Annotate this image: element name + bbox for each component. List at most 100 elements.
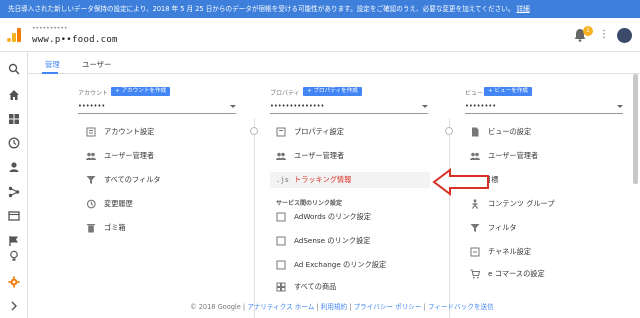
column-divider <box>449 118 450 318</box>
ad-exchange-link-label: Ad Exchange のリンク設定 <box>294 260 387 269</box>
top-bar: •••••••••• www.p••food.com 1 ⋮ <box>0 18 640 52</box>
admin-gear-icon[interactable] <box>8 276 20 288</box>
account-column-label: アカウント <box>78 90 109 97</box>
channel-settings-label: チャネル設定 <box>488 247 532 256</box>
column-toggle-icon[interactable] <box>250 127 258 135</box>
change-history-label: 変更履歴 <box>104 199 133 208</box>
footer-link-privacy[interactable]: プライバシー ポリシー <box>354 303 422 311</box>
view-filters-label: フィルタ <box>488 223 517 232</box>
footer-link-analytics-home[interactable]: アナリティクス ホーム <box>247 303 314 311</box>
view-select-value: •••••••• <box>465 102 497 110</box>
create-view-button[interactable]: + ビューを作成 <box>484 87 533 96</box>
products-icon <box>276 282 286 292</box>
account-settings-item[interactable]: アカウント設定 <box>86 126 236 138</box>
account-select-value: ••••••• <box>78 102 106 110</box>
dropdown-arrow-icon <box>617 105 623 108</box>
create-property-button[interactable]: + プロパティを作成 <box>303 87 362 96</box>
avatar[interactable] <box>617 28 632 43</box>
dropdown-arrow-icon <box>230 105 236 108</box>
dashboard-icon[interactable] <box>8 113 20 125</box>
notice-banner: 先日導入された新しいデータ保持の設定により、2018 年 5 月 25 日からの… <box>0 0 640 18</box>
analytics-logo-icon[interactable] <box>6 27 22 43</box>
ad-exchange-link-item[interactable]: Ad Exchange のリンク設定 <box>276 259 426 271</box>
property-settings-item[interactable]: プロパティ設定 <box>276 126 426 138</box>
filter-icon <box>86 176 96 184</box>
property-settings-label: プロパティ設定 <box>294 127 344 136</box>
account-user-management-item[interactable]: ユーザー管理者 <box>86 150 236 162</box>
tracking-info-label: トラッキング情報 <box>294 175 352 184</box>
home-icon[interactable] <box>8 89 20 101</box>
search-icon[interactable] <box>8 63 20 75</box>
view-settings-label: ビューの設定 <box>488 127 532 136</box>
view-settings-item[interactable]: ビューの設定 <box>470 126 620 138</box>
view-user-management-label: ユーザー管理者 <box>488 151 539 160</box>
property-settings-icon <box>276 127 286 137</box>
trash-label: ゴミ箱 <box>104 223 126 232</box>
person-walk-icon <box>472 199 478 209</box>
trash-icon <box>87 224 95 233</box>
filter-icon <box>470 224 480 232</box>
tab-users[interactable]: ユーザー <box>82 59 111 70</box>
people-icon <box>276 152 286 160</box>
notice-banner-text: 先日導入された新しいデータ保持の設定により、2018 年 5 月 25 日からの… <box>8 5 515 13</box>
view-filters-item[interactable]: フィルタ <box>470 222 620 234</box>
view-column-label: ビュー <box>465 90 484 97</box>
active-tab-indicator <box>42 72 58 74</box>
property-user-management-item[interactable]: ユーザー管理者 <box>276 150 426 162</box>
tab-admin[interactable]: 管理 <box>45 59 60 70</box>
document-icon <box>472 127 479 137</box>
footer: © 2018 Google | アナリティクス ホーム | 利用規約 | プライ… <box>190 301 494 311</box>
ecommerce-settings-item[interactable]: e コマースの設定 <box>470 268 620 280</box>
property-column-label: プロパティ <box>270 90 300 97</box>
scrollbar[interactable] <box>633 74 638 184</box>
footer-link-terms[interactable]: 利用規約 <box>321 303 347 311</box>
copyright: © 2018 Google | <box>190 303 246 311</box>
adsense-link-item[interactable]: AdSense のリンク設定 <box>276 235 426 247</box>
more-vert-icon[interactable]: ⋮ <box>599 29 609 41</box>
account-user-management-label: ユーザー管理者 <box>104 151 155 160</box>
property-user-management-label: ユーザー管理者 <box>294 151 345 160</box>
channel-icon <box>470 247 480 257</box>
view-user-management-item[interactable]: ユーザー管理者 <box>470 150 620 162</box>
goals-item[interactable]: 目標 <box>470 174 620 186</box>
create-account-button[interactable]: + アカウントを作成 <box>111 87 171 96</box>
property-select[interactable]: •••••••••••••• <box>270 102 428 114</box>
history-icon <box>86 199 96 209</box>
tracking-info-item[interactable]: .js トラッキング情報 <box>270 172 430 188</box>
notification-badge: 1 <box>583 26 593 36</box>
ecommerce-settings-label: e コマースの設定 <box>488 269 545 278</box>
dropdown-arrow-icon <box>422 105 428 108</box>
property-select-value: •••••••••••••• <box>270 102 325 110</box>
js-icon: .js <box>276 175 289 184</box>
change-history-item[interactable]: 変更履歴 <box>86 198 236 210</box>
column-divider <box>254 118 255 318</box>
all-filters-label: すべてのフィルタ <box>104 175 161 184</box>
clock-icon[interactable] <box>8 137 20 149</box>
content-grouping-item[interactable]: コンテンツ グループ <box>470 198 620 210</box>
footer-link-feedback[interactable]: フィードバックを送信 <box>428 303 494 311</box>
adsense-link-label: AdSense のリンク設定 <box>294 236 371 245</box>
account-breadcrumb[interactable]: •••••••••• <box>32 25 67 32</box>
side-nav <box>0 52 28 318</box>
view-select[interactable]: •••••••• <box>465 102 623 114</box>
adsense-icon <box>276 236 286 246</box>
building-icon <box>86 127 96 137</box>
expand-chevron-icon[interactable] <box>8 300 20 312</box>
notice-details-link[interactable]: 詳細 <box>517 5 530 13</box>
flag-icon[interactable] <box>8 235 20 247</box>
acquisition-icon[interactable] <box>8 186 20 198</box>
account-url[interactable]: www.p••food.com <box>32 35 118 45</box>
lightbulb-icon[interactable] <box>8 250 20 262</box>
all-products-item[interactable]: すべての商品 <box>276 281 426 293</box>
account-select[interactable]: ••••••• <box>78 102 236 114</box>
all-products-label: すべての商品 <box>294 282 337 291</box>
cart-icon <box>470 269 480 279</box>
column-toggle-icon[interactable] <box>445 127 453 135</box>
channel-settings-item[interactable]: チャネル設定 <box>470 246 620 258</box>
trash-item[interactable]: ゴミ箱 <box>86 222 236 234</box>
adwords-link-item[interactable]: AdWords のリンク設定 <box>276 211 426 223</box>
adwords-icon <box>276 212 286 222</box>
person-icon[interactable] <box>8 161 20 173</box>
all-filters-item[interactable]: すべてのフィルタ <box>86 174 236 186</box>
behavior-icon[interactable] <box>8 210 20 222</box>
